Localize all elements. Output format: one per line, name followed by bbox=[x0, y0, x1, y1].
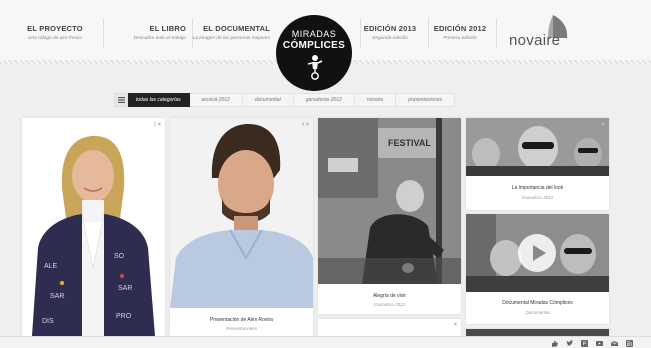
footer-bar: P bbox=[0, 336, 651, 348]
category-filter-bar: todas las categorías accésit 2012 docume… bbox=[114, 93, 456, 107]
svg-text:DIS: DIS bbox=[42, 318, 54, 325]
rss-icon[interactable] bbox=[625, 339, 633, 347]
play-icon bbox=[533, 245, 546, 261]
filter-documental[interactable]: documental bbox=[242, 93, 294, 107]
card-photo bbox=[170, 118, 313, 308]
menu-button[interactable] bbox=[114, 93, 128, 107]
like-button[interactable]: ♥ bbox=[601, 122, 605, 128]
gallery-card[interactable]: ALE SO SAR SAR DIS PRO 2 ♥ bbox=[22, 118, 165, 336]
social-links: P bbox=[550, 339, 633, 347]
divider bbox=[428, 18, 429, 48]
logo-line-2: CÓMPLICES bbox=[282, 40, 346, 51]
nav-subtitle: Descubre todo el trabajo bbox=[133, 36, 186, 41]
pinterest-icon[interactable]: P bbox=[580, 339, 588, 347]
card-category: Ganadora 2012 bbox=[373, 302, 406, 307]
brand-name: novaire bbox=[509, 32, 561, 49]
nav-el-documental[interactable]: EL DOCUMENTAL La imagen de las personas … bbox=[176, 24, 270, 41]
gallery-card[interactable]: 4 ♥ Presentación de Alex Rovira Presenta… bbox=[170, 118, 313, 336]
card-category: Documental bbox=[525, 310, 550, 315]
nav-title: EDICIÓN 2012 bbox=[433, 24, 487, 33]
play-button[interactable] bbox=[518, 234, 556, 272]
like-button[interactable]: 2 ♥ bbox=[154, 122, 161, 128]
like-count: 4 bbox=[301, 122, 305, 128]
svg-text:ALE: ALE bbox=[44, 263, 58, 270]
card-caption: La importancia del look bbox=[511, 185, 564, 191]
twitter-icon[interactable] bbox=[565, 339, 573, 347]
card-caption: Alegría de vivir bbox=[372, 293, 407, 299]
svg-text:SAR: SAR bbox=[50, 293, 64, 300]
filter-novaire[interactable]: novaire bbox=[354, 93, 397, 107]
svg-text:SO: SO bbox=[114, 253, 125, 260]
svg-text:SAR: SAR bbox=[118, 285, 132, 292]
gallery-card[interactable]: Documental Miradas Cómplices Documental bbox=[466, 214, 609, 324]
email-icon[interactable] bbox=[610, 339, 618, 347]
card-photo bbox=[466, 118, 609, 176]
youtube-icon[interactable] bbox=[595, 339, 603, 347]
gallery-card[interactable]: ♥ La importancia del look Ganadora 2012 bbox=[466, 118, 609, 210]
nav-title: EL PROYECTO bbox=[27, 24, 83, 33]
heart-icon: ♥ bbox=[157, 122, 161, 128]
divider bbox=[360, 18, 361, 48]
like-count: 2 bbox=[153, 122, 157, 128]
nav-edicion-2012[interactable]: EDICIÓN 2012 Primera edición bbox=[432, 24, 488, 41]
heart-icon: ♥ bbox=[453, 322, 457, 328]
nav-subtitle: La imagen de las personas mayores bbox=[192, 36, 270, 41]
nav-title: EL DOCUMENTAL bbox=[203, 24, 270, 33]
gallery-card[interactable]: FESTIVAL Alegría de vivir Ganadora 2012 bbox=[318, 118, 461, 314]
logo-line-1: MIRADAS bbox=[291, 29, 337, 39]
nav-el-libro[interactable]: EL LIBRO Descubre todo el trabajo bbox=[100, 24, 186, 41]
card-caption: Documental Miradas Cómplices bbox=[502, 300, 573, 306]
nav-subtitle: Una ráfaga de aire fresco bbox=[27, 36, 83, 41]
menu-icon bbox=[117, 97, 125, 103]
nav-edicion-2013[interactable]: EDICIÓN 2013 Segunda edición bbox=[362, 24, 418, 41]
nav-subtitle: Segunda edición bbox=[372, 36, 408, 41]
nav-subtitle: Primera edición bbox=[443, 36, 477, 41]
svg-text:P: P bbox=[582, 341, 586, 346]
like-button[interactable]: ♥ bbox=[452, 322, 457, 328]
filter-todas[interactable]: todas las categorías bbox=[128, 93, 190, 107]
card-category: Presentaciones bbox=[225, 326, 258, 331]
nav-title: EL LIBRO bbox=[149, 24, 186, 33]
filter-presentaciones[interactable]: presentaciones bbox=[396, 93, 456, 107]
unicycle-figure-icon bbox=[307, 55, 323, 80]
site-logo[interactable]: MIRADAS CÓMPLICES bbox=[276, 15, 352, 91]
card-photo: ALE SO SAR SAR DIS PRO bbox=[22, 118, 165, 336]
nav-title: EDICIÓN 2013 bbox=[363, 24, 417, 33]
card-photo: FESTIVAL bbox=[318, 118, 461, 284]
card-caption: Presentación de Alex Rovira bbox=[210, 317, 273, 323]
svg-text:FESTIVAL: FESTIVAL bbox=[388, 138, 431, 148]
like-button[interactable]: 4 ♥ bbox=[302, 122, 309, 128]
heart-icon: ♥ bbox=[601, 122, 605, 128]
like-thumb-icon[interactable] bbox=[550, 339, 558, 347]
divider bbox=[496, 18, 497, 48]
filter-ganadoras-2012[interactable]: ganadoras 2012 bbox=[293, 93, 355, 107]
heart-icon: ♥ bbox=[305, 122, 309, 128]
filter-accesit-2012[interactable]: accésit 2012 bbox=[189, 93, 243, 107]
card-category: Ganadora 2012 bbox=[521, 195, 554, 200]
novaire-logo[interactable]: novaire bbox=[509, 14, 579, 50]
nav-el-proyecto[interactable]: EL PROYECTO Una ráfaga de aire fresco bbox=[14, 24, 96, 41]
svg-text:PRO: PRO bbox=[116, 313, 132, 320]
